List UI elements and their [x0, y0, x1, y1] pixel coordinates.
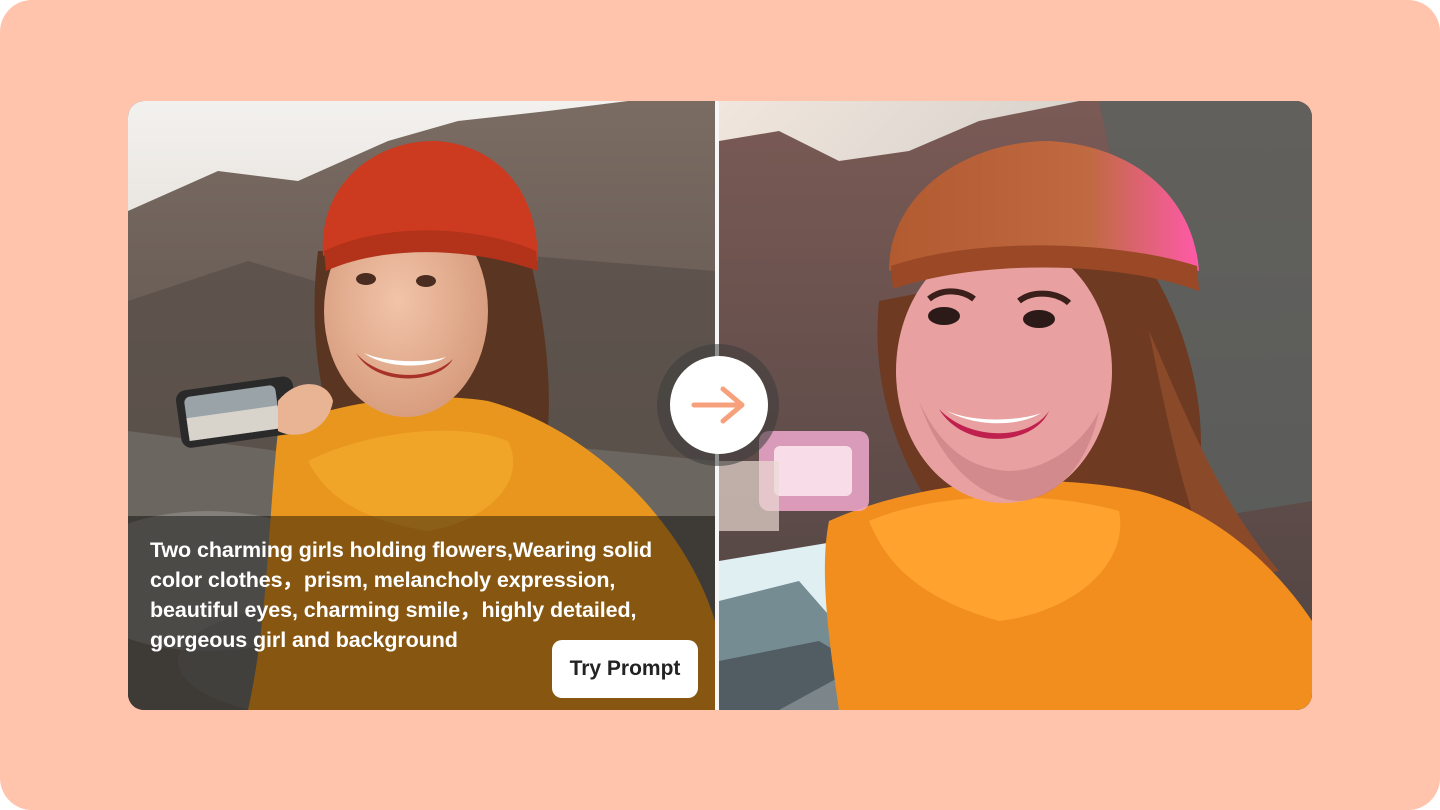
arrow-right-icon — [691, 386, 745, 424]
stylized-result-illustration — [719, 101, 1312, 710]
stylized-result — [719, 101, 1312, 710]
compare-arrow-button[interactable] — [670, 356, 768, 454]
before-after-comparison: Two charming girls holding flowers,Weari… — [128, 101, 1312, 710]
prompt-text: Two charming girls holding flowers,Weari… — [150, 538, 653, 652]
try-prompt-button[interactable]: Try Prompt — [552, 640, 698, 698]
promo-frame: Two charming girls holding flowers,Weari… — [0, 0, 1440, 810]
